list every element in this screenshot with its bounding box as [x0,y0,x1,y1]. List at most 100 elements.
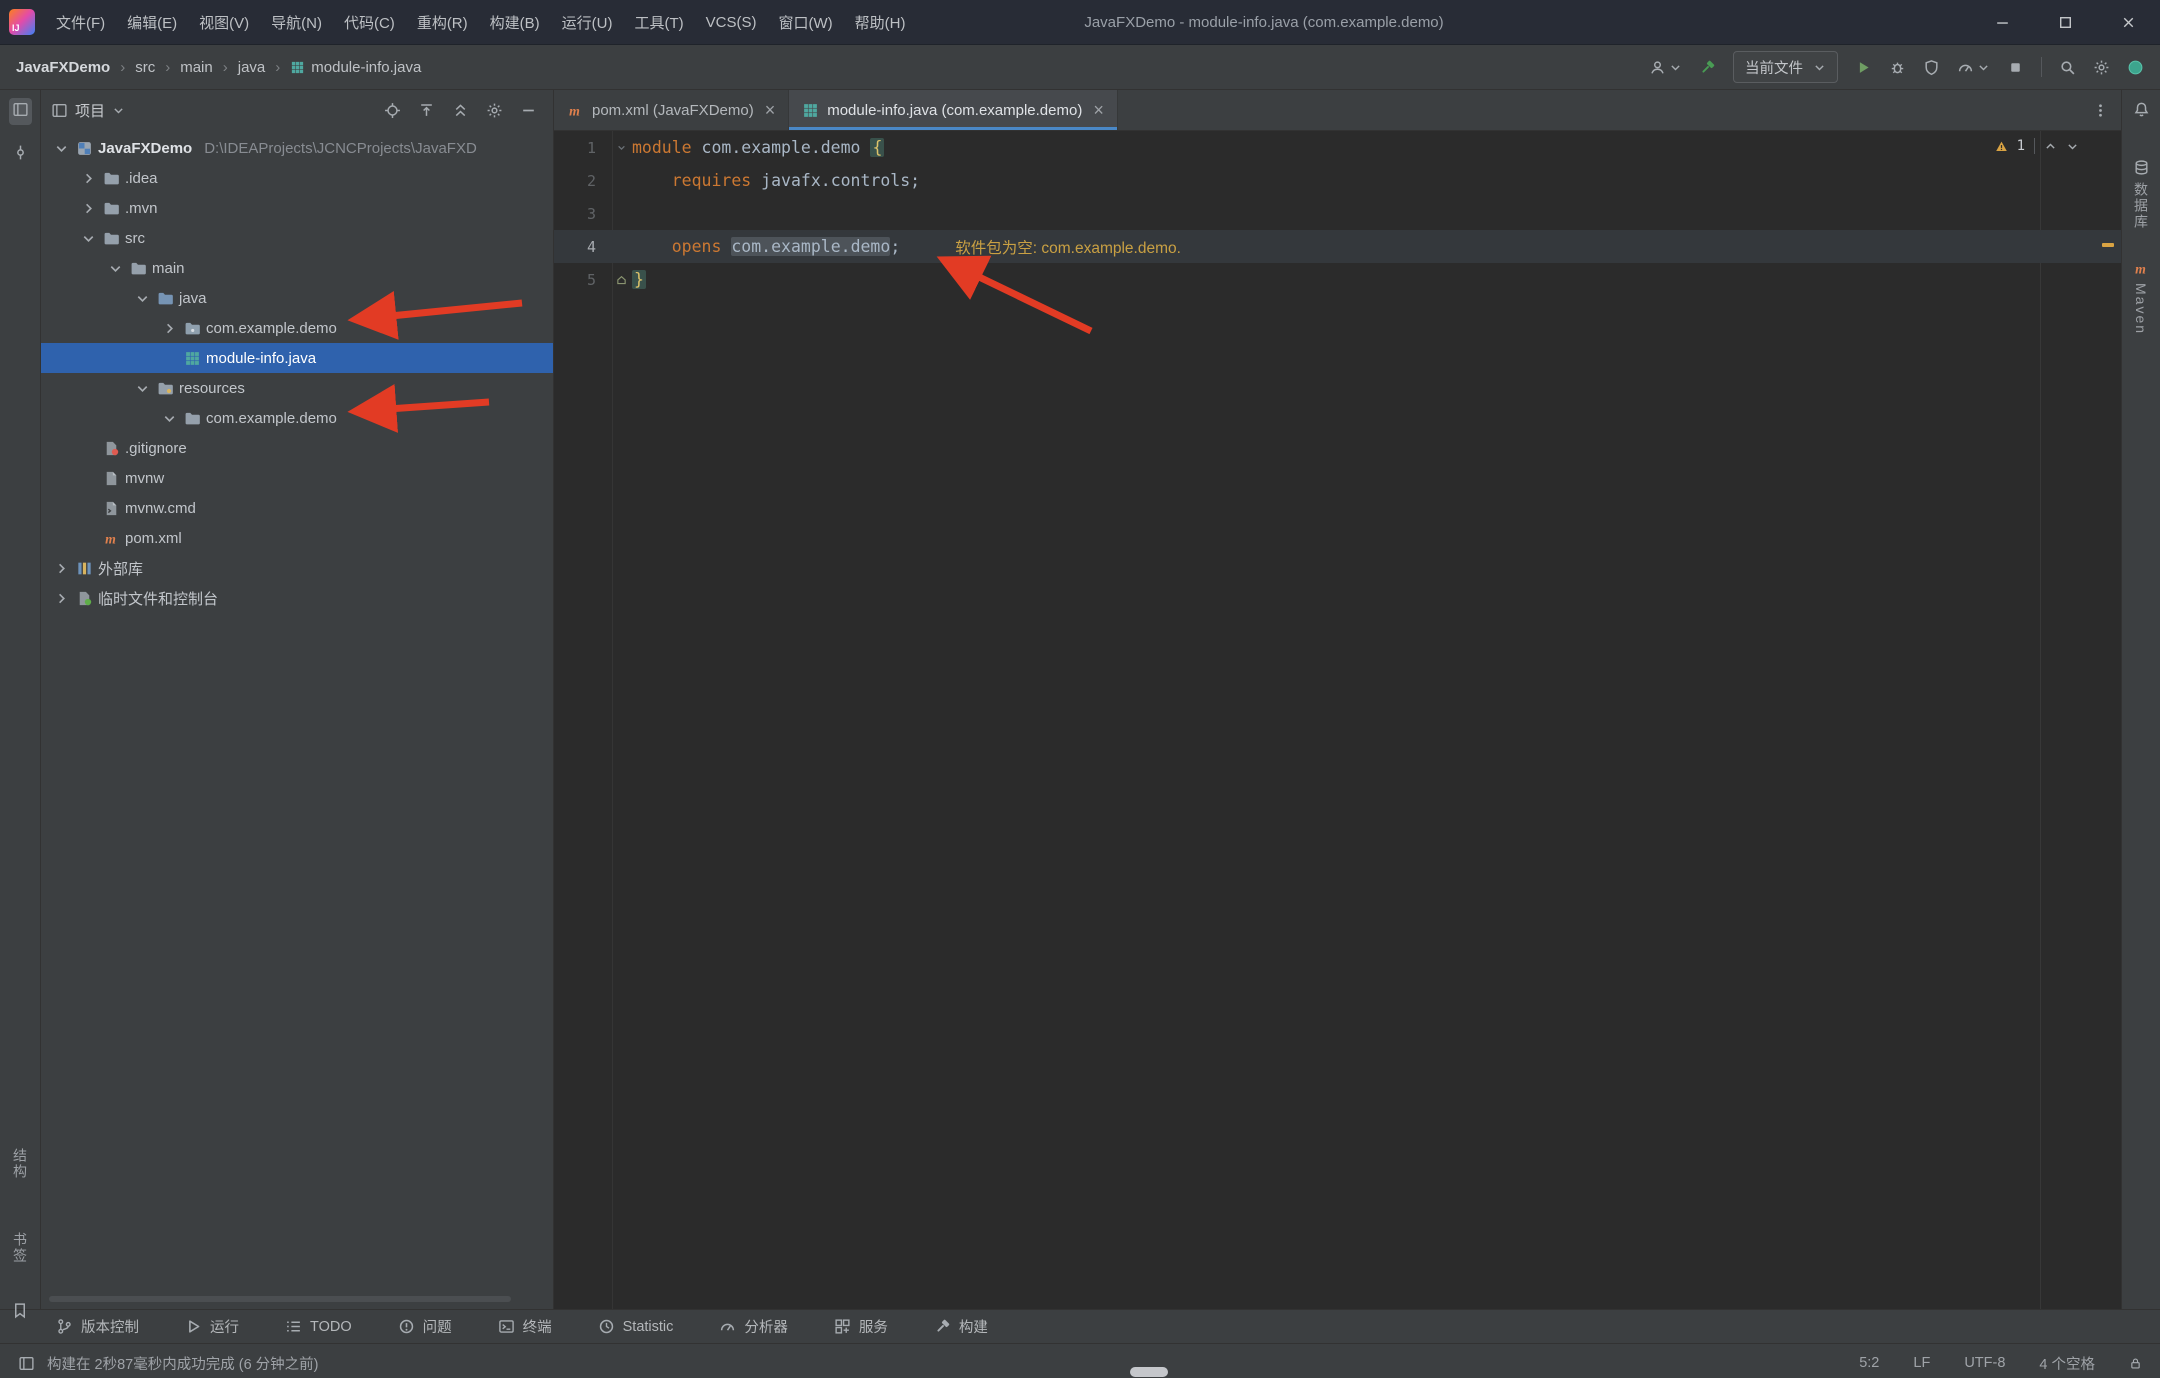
locate-file-icon[interactable] [384,102,401,119]
tree-item-13[interactable]: mpom.xml [41,523,553,553]
chevron-up-icon[interactable] [2044,140,2057,153]
hide-panel-icon[interactable] [520,102,537,119]
breadcrumb-item-1[interactable]: src [135,59,155,76]
run-with-coverage-button[interactable] [1923,59,1940,76]
code-editor[interactable]: 1module com.example.demo {2 requires jav… [554,131,2121,1309]
breadcrumb-item-3[interactable]: java [238,59,266,76]
build-project-button[interactable] [1699,59,1716,76]
chevron-right-icon[interactable] [78,168,98,188]
chevron-right-icon[interactable] [51,588,71,608]
notifications-stripe-button[interactable] [2130,98,2153,125]
tool-window-layout-icon[interactable] [18,1355,35,1372]
toolwindow-button-0[interactable]: 版本控制 [56,1316,139,1337]
tree-item-7[interactable]: module-info.java [41,343,553,373]
menubar-item-8[interactable]: 工具(T) [623,0,694,44]
editor-tab-1[interactable]: module-info.java (com.example.demo)× [789,90,1118,130]
structure-stripe-button[interactable]: 结构 [10,1148,30,1180]
settings-button[interactable] [2093,59,2110,76]
run-configuration-select[interactable]: 当前文件 [1733,51,1838,83]
inspection-widget[interactable]: 1 [1995,138,2079,154]
breadcrumb-item-2[interactable]: main [180,59,213,76]
menubar-item-3[interactable]: 导航(N) [260,0,333,44]
chevron-right-icon[interactable] [78,198,98,218]
toolwindow-button-6[interactable]: 分析器 [719,1316,788,1337]
gutter-line-number[interactable]: 5 [554,271,610,289]
toolwindow-button-2[interactable]: TODO [285,1318,352,1335]
search-everywhere-button[interactable] [2059,59,2076,76]
tree-item-8[interactable]: resources [41,373,553,403]
toolwindow-button-5[interactable]: Statistic [598,1318,674,1335]
panel-settings-icon[interactable] [486,102,503,119]
editor-tab-0[interactable]: mpom.xml (JavaFXDemo)× [554,90,789,130]
project-horizontal-scrollbar[interactable] [49,1296,511,1302]
caret-position[interactable]: 5:2 [1859,1355,1879,1371]
chevron-right-icon[interactable] [159,318,179,338]
tab-list-more-icon[interactable] [2092,102,2109,119]
bookmark-icon[interactable] [12,1302,29,1319]
menubar-item-2[interactable]: 视图(V) [188,0,260,44]
close-tab-icon[interactable]: × [1093,101,1104,119]
menubar-item-1[interactable]: 编辑(E) [116,0,188,44]
stop-button[interactable] [2007,59,2024,76]
chevron-right-icon[interactable] [51,558,71,578]
chevron-down-icon[interactable] [2066,140,2079,153]
project-stripe-button[interactable] [9,98,32,125]
right-stripe-item-1[interactable]: mMaven [2133,260,2150,335]
menubar-item-9[interactable]: VCS(S) [695,0,768,44]
toolwindow-button-8[interactable]: 构建 [934,1316,988,1337]
chevron-down-icon[interactable] [132,288,152,308]
minimize-button[interactable] [1971,0,2034,44]
menubar-item-10[interactable]: 窗口(W) [767,0,843,44]
tree-item-15[interactable]: 临时文件和控制台 [41,583,553,613]
tree-item-2[interactable]: .mvn [41,193,553,223]
tree-item-3[interactable]: src [41,223,553,253]
tree-item-6[interactable]: com.example.demo [41,313,553,343]
debug-button[interactable] [1889,59,1906,76]
fold-marker-icon[interactable] [610,273,632,286]
profiler-button[interactable] [1957,59,1990,76]
chevron-down-icon[interactable] [51,138,71,158]
toolwindow-button-7[interactable]: 服务 [834,1316,888,1337]
user-account-button[interactable] [1649,59,1682,76]
menubar-item-4[interactable]: 代码(C) [333,0,406,44]
toolwindow-button-4[interactable]: 终端 [498,1316,552,1337]
warning-stripe-mark[interactable] [2102,243,2114,247]
maximize-button[interactable] [2034,0,2097,44]
run-button[interactable] [1855,59,1872,76]
chevron-down-icon[interactable] [132,378,152,398]
chevron-down-icon[interactable] [112,104,125,117]
tree-item-0[interactable]: JavaFXDemoD:\IDEAProjects\JCNCProjects\J… [41,133,553,163]
chevron-down-icon[interactable] [159,408,179,428]
toolwindow-button-3[interactable]: 问题 [398,1316,452,1337]
file-encoding[interactable]: UTF-8 [1964,1355,2005,1371]
breadcrumb-item-4[interactable]: module-info.java [290,59,421,76]
chevron-down-icon[interactable] [78,228,98,248]
indent-setting[interactable]: 4 个空格 [2039,1353,2095,1374]
bookmarks-stripe-button[interactable]: 书签 [10,1232,30,1264]
tree-item-10[interactable]: .gitignore [41,433,553,463]
scroll-to-top-icon[interactable] [418,102,435,119]
menubar-item-7[interactable]: 运行(U) [551,0,624,44]
toolwindow-button-1[interactable]: 运行 [185,1316,239,1337]
close-button[interactable] [2097,0,2160,44]
lock-icon[interactable] [2129,1357,2142,1370]
line-separator[interactable]: LF [1913,1355,1930,1371]
gutter-line-number[interactable]: 2 [554,172,610,190]
tree-item-12[interactable]: mvnw.cmd [41,493,553,523]
menubar-item-6[interactable]: 构建(B) [479,0,551,44]
tree-item-1[interactable]: .idea [41,163,553,193]
tree-item-5[interactable]: java [41,283,553,313]
right-stripe-item-0[interactable]: 数据库 [2131,159,2151,230]
menubar-item-11[interactable]: 帮助(H) [844,0,917,44]
chevron-down-icon[interactable] [105,258,125,278]
gutter-line-number[interactable]: 1 [554,139,610,157]
tree-item-9[interactable]: com.example.demo [41,403,553,433]
tree-item-14[interactable]: 外部库 [41,553,553,583]
collapse-all-icon[interactable] [452,102,469,119]
gutter-line-number[interactable]: 4 [554,238,610,256]
ide-update-indicator[interactable] [2127,59,2144,76]
gutter-line-number[interactable]: 3 [554,205,610,223]
fold-marker-icon[interactable] [610,141,632,154]
tree-item-4[interactable]: main [41,253,553,283]
breadcrumb-item-0[interactable]: JavaFXDemo [16,59,110,76]
